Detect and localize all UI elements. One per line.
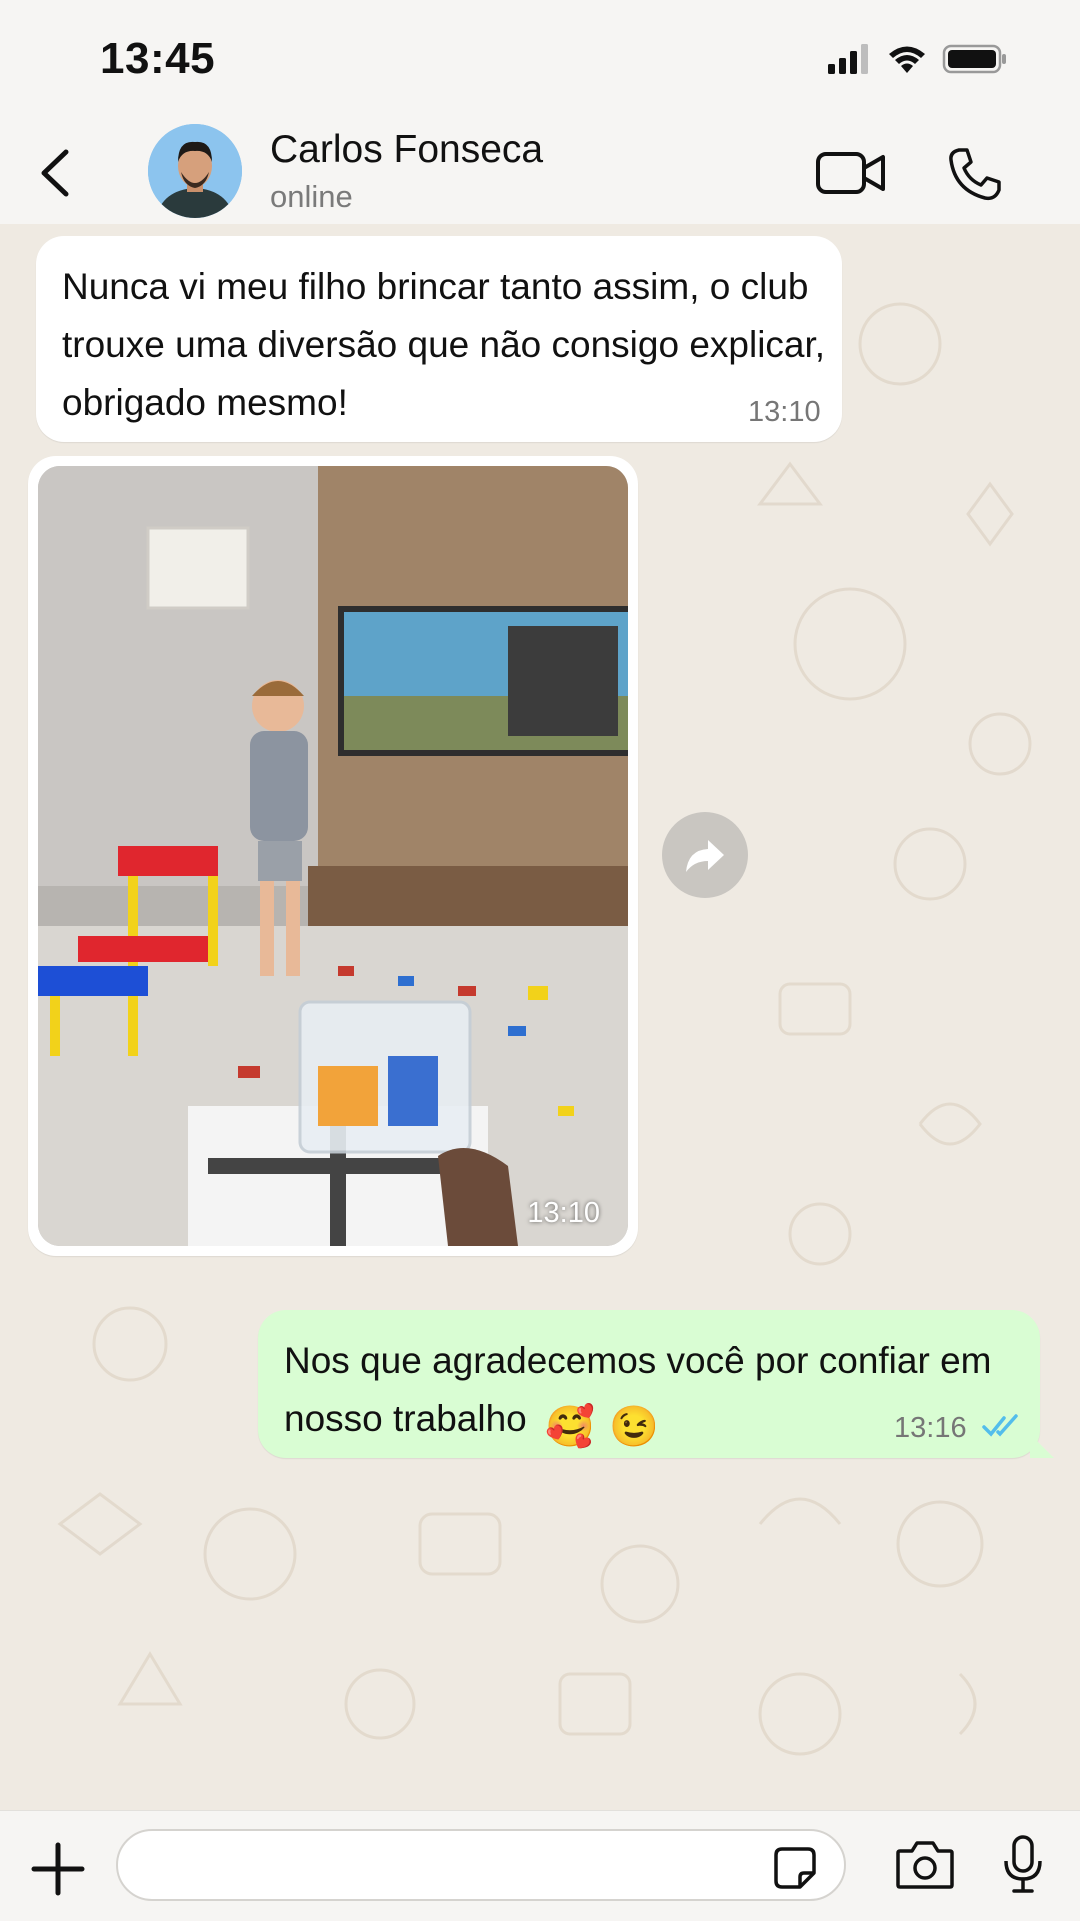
battery-icon — [942, 44, 1006, 74]
message-text: Nunca vi meu filho brincar tanto assim, … — [62, 266, 826, 423]
avatar-photo — [148, 124, 242, 218]
image-time: 13:10 — [527, 1197, 600, 1229]
chevron-left-icon[interactable] — [32, 146, 80, 200]
phone-icon[interactable] — [945, 146, 1003, 204]
outgoing-bubble-tail — [1030, 1434, 1054, 1458]
video-call-icon[interactable] — [815, 148, 887, 198]
message-time: 13:10 — [748, 396, 821, 428]
outgoing-message-bubble[interactable]: Nos que agradecemos você por confiar em … — [258, 1310, 1040, 1458]
contact-name[interactable]: Carlos Fonseca — [270, 128, 543, 172]
message-input[interactable] — [118, 1831, 746, 1901]
sticker-icon[interactable] — [772, 1845, 818, 1891]
chat-area[interactable]: Nunca vi meu filho brincar tanto assim, … — [0, 224, 1080, 1810]
read-receipt-icon — [982, 1414, 1018, 1437]
status-icons — [826, 42, 1008, 76]
message-time: 13:16 — [894, 1412, 967, 1444]
wifi-icon — [889, 46, 925, 73]
smiling-face-with-hearts-emoji: 🥰 — [545, 1405, 595, 1449]
signal-icon — [828, 44, 868, 74]
mic-icon[interactable] — [1000, 1833, 1046, 1897]
forward-icon — [686, 840, 724, 872]
photo-illustration — [38, 466, 628, 1246]
incoming-image-bubble[interactable]: 13:10 — [28, 456, 638, 1256]
message-input-container[interactable] — [116, 1829, 846, 1901]
shared-photo[interactable]: 13:10 — [38, 466, 628, 1246]
incoming-message-bubble[interactable]: Nunca vi meu filho brincar tanto assim, … — [36, 236, 842, 442]
winking-face-emoji: 😉 — [609, 1405, 660, 1449]
contact-status: online — [270, 179, 353, 214]
status-time: 13:45 — [100, 34, 216, 83]
message-composer — [0, 1810, 1080, 1921]
status-bar: 13:45 — [0, 0, 1080, 118]
camera-icon[interactable] — [894, 1837, 956, 1893]
forward-button[interactable] — [662, 812, 748, 898]
chat-header: Carlos Fonseca online — [0, 118, 1080, 225]
avatar[interactable] — [148, 124, 242, 218]
plus-icon[interactable] — [30, 1841, 86, 1897]
